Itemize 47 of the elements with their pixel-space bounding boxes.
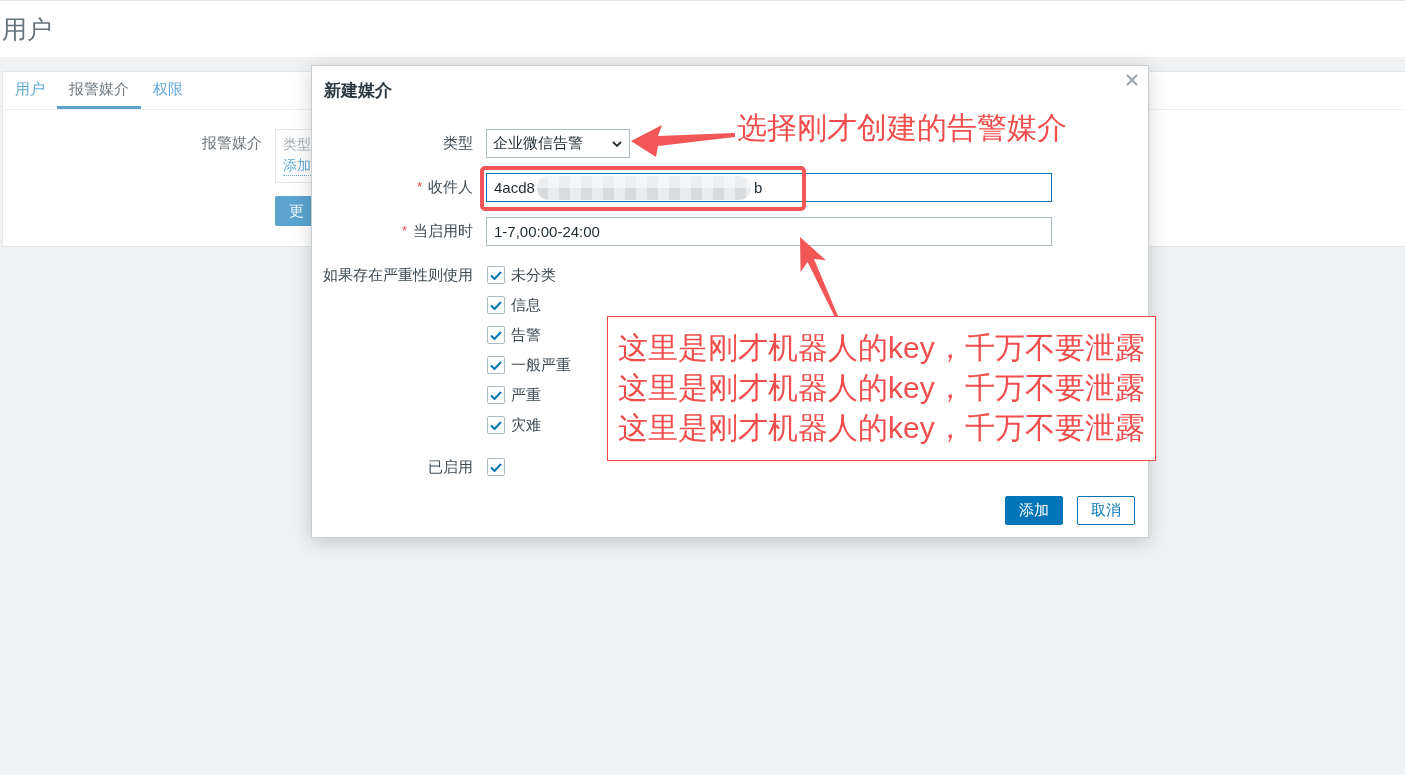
type-select[interactable]: 企业微信告警 xyxy=(486,129,630,158)
checkbox-label: 灾难 xyxy=(511,415,541,435)
field-label: 收件人 xyxy=(428,178,473,197)
dialog-button[interactable]: 取消 xyxy=(1077,496,1135,525)
field-label: 报警媒介 xyxy=(202,133,262,153)
input-field[interactable]: 1-7,00:00-24:00 xyxy=(486,217,1052,246)
page-title: 用户 xyxy=(2,14,52,44)
checkbox[interactable] xyxy=(487,386,505,404)
check-icon xyxy=(490,270,502,280)
check-icon xyxy=(490,462,502,472)
checkbox-label: 一般严重 xyxy=(511,355,571,375)
field-label: 类型 xyxy=(443,134,473,153)
checkbox[interactable] xyxy=(487,416,505,434)
chevron-down-icon xyxy=(612,140,622,147)
dialog-title: 新建媒介 xyxy=(324,81,392,101)
check-icon xyxy=(490,420,502,430)
checkbox-label: 信息 xyxy=(511,295,541,315)
dialog-button[interactable]: 添加 xyxy=(1005,496,1063,525)
annotation-text: 选择刚才创建的告警媒介 xyxy=(737,110,1067,146)
field-label: 当启用时 xyxy=(413,222,473,241)
checkbox[interactable] xyxy=(487,296,505,314)
checkbox-label: 严重 xyxy=(511,385,541,405)
field-label: 已启用 xyxy=(428,457,473,477)
annotation-text: 这里是刚才机器人的key，千万不要泄露 xyxy=(618,330,1145,366)
check-icon xyxy=(490,330,502,340)
field-label: 如果存在严重性则使用 xyxy=(323,265,473,285)
input-text: 4acd8 xyxy=(494,179,535,196)
check-icon xyxy=(490,360,502,370)
checkbox-label: 告警 xyxy=(511,325,541,345)
checkbox[interactable] xyxy=(487,458,505,476)
check-icon xyxy=(490,390,502,400)
checkbox[interactable] xyxy=(487,356,505,374)
update-button[interactable]: 更 xyxy=(275,196,311,226)
tab[interactable]: 报警媒介 xyxy=(57,72,141,109)
checkbox[interactable] xyxy=(487,326,505,344)
input-field[interactable]: 4acd8 b xyxy=(486,173,1052,202)
tab[interactable]: 权限 xyxy=(141,72,195,109)
input-text: b xyxy=(753,179,763,196)
checkbox[interactable] xyxy=(487,266,505,284)
annotation-text: 这里是刚才机器人的key，千万不要泄露 xyxy=(618,410,1145,446)
tab[interactable]: 用户 xyxy=(3,72,57,109)
check-icon xyxy=(490,300,502,310)
checkbox-label: 未分类 xyxy=(511,265,556,285)
required-mark: * xyxy=(416,179,422,194)
annotation-text: 这里是刚才机器人的key，千万不要泄露 xyxy=(618,370,1145,406)
column-header: 类型 xyxy=(283,135,311,154)
required-mark: * xyxy=(401,223,407,238)
